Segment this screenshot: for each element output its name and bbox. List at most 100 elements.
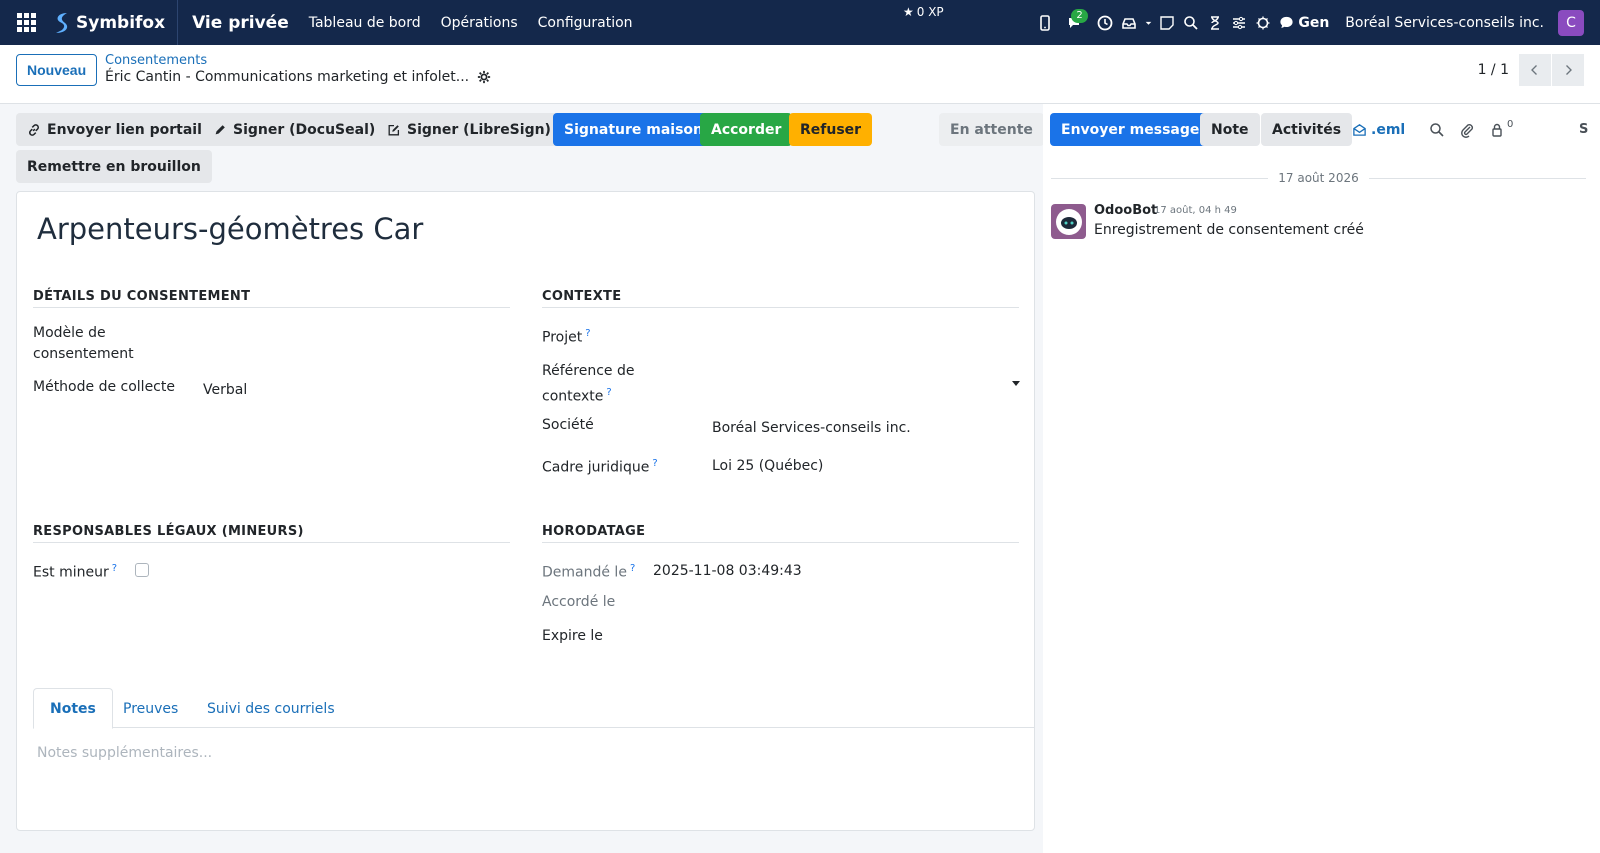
is-minor-checkbox[interactable]	[135, 563, 149, 577]
template-label-line2: consentement	[33, 346, 134, 362]
granted-label: Accordé le	[542, 594, 616, 610]
sign-docuseal-button[interactable]: Signer (DocuSeal)	[202, 113, 387, 146]
requested-label-text: Demandé le	[542, 564, 627, 581]
paperclip-icon[interactable]	[1459, 113, 1475, 146]
refuse-label: Refuser	[800, 121, 862, 138]
module-title[interactable]: Vie privée	[192, 13, 289, 33]
pager-next-button[interactable]	[1552, 54, 1584, 86]
menu-tableau-de-bord[interactable]: Tableau de bord	[309, 15, 421, 31]
reset-draft-label: Remettre en brouillon	[27, 158, 201, 175]
sign-libresign-button[interactable]: Signer (LibreSign)	[376, 113, 562, 146]
top-navbar: Symbifox Vie privée Tableau de bord Opér…	[0, 0, 1600, 45]
odoobot-avatar[interactable]	[1051, 204, 1086, 239]
signature-maison-button[interactable]: Signature maison	[553, 113, 715, 146]
pencil-icon	[215, 124, 225, 134]
notes-field[interactable]: Notes supplémentaires...	[37, 745, 212, 761]
sign-libresign-label: Signer (LibreSign)	[407, 121, 551, 138]
company-switcher[interactable]: Boréal Services-conseils inc.	[1345, 15, 1544, 31]
message-author[interactable]: OdooBot	[1094, 203, 1157, 218]
gen-chat-button[interactable]: Gen	[1279, 15, 1329, 31]
legal-framework-label: Cadre juridique?	[542, 453, 658, 479]
tab-preuves[interactable]: Preuves	[107, 688, 194, 729]
help-icon[interactable]: ?	[585, 328, 590, 339]
signature-maison-label: Signature maison	[564, 121, 704, 138]
chevron-left-icon	[1531, 65, 1537, 75]
reference-label: Référence de contexte?	[542, 361, 634, 408]
reference-dropdown-caret-icon[interactable]	[1012, 381, 1020, 386]
date-separator: 17 août 2026	[1051, 170, 1587, 186]
user-avatar[interactable]: C	[1558, 9, 1584, 36]
sticky-note-icon[interactable]	[1155, 0, 1179, 45]
inbox-icon[interactable]	[1117, 0, 1141, 45]
robot-icon	[1055, 208, 1082, 235]
log-note-button[interactable]: Note	[1200, 113, 1260, 146]
eml-label: .eml	[1371, 121, 1406, 138]
group-title-guardians: RESPONSABLES LÉGAUX (MINEURS)	[33, 524, 510, 543]
help-icon[interactable]: ?	[112, 563, 117, 574]
is-minor-label: Est mineur?	[33, 558, 117, 584]
send-portal-link-button[interactable]: Envoyer lien portail	[16, 113, 213, 146]
breadcrumb-parent[interactable]: Consentements	[105, 53, 207, 68]
mobile-icon[interactable]	[1033, 0, 1057, 45]
search-icon[interactable]	[1429, 113, 1445, 146]
record-title[interactable]: Arpenteurs-géomètres Car	[37, 212, 423, 246]
company-field[interactable]: Boréal Services-conseils inc.	[712, 420, 911, 436]
refuse-button[interactable]: Refuser	[789, 113, 873, 146]
xp-indicator[interactable]: ★ 0 XP	[903, 5, 944, 19]
reset-draft-button[interactable]: Remettre en brouillon	[16, 150, 212, 183]
group-title-details: DÉTAILS DU CONSENTEMENT	[33, 289, 510, 308]
state-en-attente[interactable]: En attente	[939, 113, 1044, 146]
tab-suivi-courriels[interactable]: Suivi des courriels	[191, 688, 351, 729]
menu-configuration[interactable]: Configuration	[538, 15, 633, 31]
gen-label: Gen	[1298, 14, 1330, 31]
messages-icon[interactable]: 2	[1057, 0, 1093, 45]
template-label-line1: Modèle de	[33, 325, 106, 341]
help-icon[interactable]: ?	[630, 563, 635, 574]
chevron-right-icon	[1566, 65, 1572, 75]
clock-icon[interactable]	[1093, 0, 1117, 45]
send-message-button[interactable]: Envoyer message	[1050, 113, 1211, 146]
new-button[interactable]: Nouveau	[16, 54, 98, 86]
legal-framework-field[interactable]: Loi 25 (Québec)	[712, 458, 823, 474]
method-field[interactable]: Verbal	[203, 382, 247, 398]
reference-label-line2: contexte	[542, 388, 604, 405]
tab-notes[interactable]: Notes	[33, 688, 113, 729]
followers-button[interactable]: 0	[1489, 113, 1513, 146]
menu-operations[interactable]: Opérations	[441, 15, 518, 31]
requested-label: Demandé le?	[542, 558, 635, 584]
help-icon[interactable]: ?	[606, 387, 611, 398]
send-portal-link-label: Envoyer lien portail	[47, 121, 202, 138]
lock-user-icon	[1492, 123, 1502, 137]
sliders-icon[interactable]	[1227, 0, 1251, 45]
template-label: Modèle de consentement	[33, 323, 134, 365]
brand[interactable]: Symbifox	[52, 0, 179, 45]
project-label-text: Projet	[542, 329, 583, 346]
apps-menu-icon[interactable]	[0, 0, 52, 45]
project-label: Projet?	[542, 323, 591, 349]
chatter-truncated-label[interactable]: S	[1579, 113, 1588, 146]
caret-down-icon[interactable]	[1141, 0, 1155, 45]
messages-badge: 2	[1071, 9, 1088, 23]
date-separator-label: 17 août 2026	[1278, 171, 1359, 185]
brand-name: Symbifox	[76, 12, 166, 33]
gear-icon[interactable]	[477, 70, 491, 84]
pager-value[interactable]: 1 / 1	[1478, 62, 1509, 78]
search-icon[interactable]	[1179, 0, 1203, 45]
breadcrumb-current: Éric Cantin - Communications marketing e…	[105, 69, 491, 85]
sign-docuseal-label: Signer (DocuSeal)	[233, 121, 376, 138]
eml-import-button[interactable]: .eml	[1352, 113, 1405, 146]
hourglass-icon[interactable]	[1203, 0, 1227, 45]
pager-previous-button[interactable]	[1519, 54, 1551, 86]
breadcrumb-current-label: Éric Cantin - Communications marketing e…	[105, 69, 470, 85]
help-icon[interactable]: ?	[652, 458, 657, 469]
grant-button[interactable]: Accorder	[700, 113, 793, 146]
activities-button[interactable]: Activités	[1261, 113, 1353, 146]
chat-bubble-icon	[1280, 16, 1293, 29]
legal-framework-label-text: Cadre juridique	[542, 459, 650, 476]
reference-label-line1: Référence de	[542, 363, 635, 379]
requested-field[interactable]: 2025-11-08 03:49:43	[653, 563, 802, 579]
bug-icon[interactable]	[1251, 0, 1275, 45]
followers-count: 0	[1507, 119, 1514, 130]
pager: 1 / 1	[1478, 54, 1584, 86]
group-title-timestamps: HORODATAGE	[542, 524, 1019, 543]
